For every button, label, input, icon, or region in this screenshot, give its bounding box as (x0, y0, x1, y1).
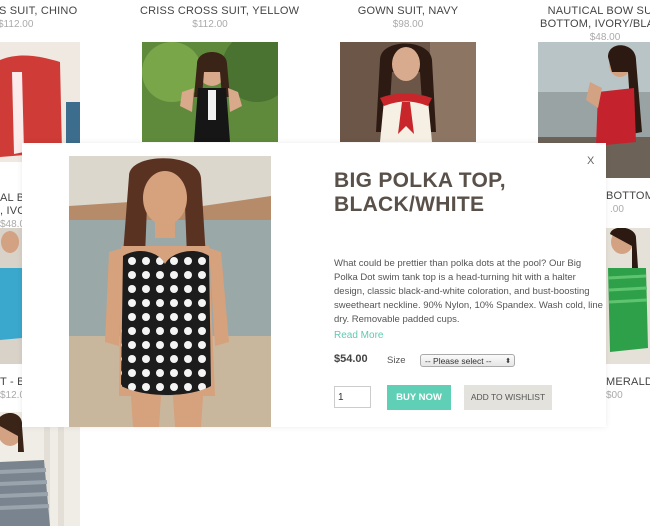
quantity-input[interactable] (334, 386, 371, 408)
product-image[interactable] (606, 228, 650, 364)
product-price: $112.00 (0, 19, 34, 30)
chevron-updown-icon: ⬍ (505, 358, 511, 365)
size-select[interactable]: -- Please select -- ⬍ (420, 354, 515, 367)
product-name[interactable]: CRISS CROSS SUIT, YELLOW (140, 5, 299, 18)
product-name[interactable]: BOTTOM, F (606, 190, 650, 203)
product-card[interactable]: GOWN SUIT, NAVY $98.00 (338, 5, 478, 31)
product-image[interactable] (142, 42, 278, 142)
add-to-wishlist-button[interactable]: ADD TO WISHLIST (464, 385, 552, 410)
product-hero-image (69, 156, 271, 427)
close-icon[interactable]: X (587, 155, 594, 167)
product-image[interactable] (0, 228, 22, 364)
product-card[interactable]: MERALD G $00 (606, 376, 650, 402)
product-card[interactable]: CRISS CROSS SUIT, YELLOW $112.00 (140, 5, 299, 31)
product-name[interactable]: GOWN SUIT, NAVY (338, 5, 478, 18)
product-description: What could be prettier than polka dots a… (334, 258, 603, 325)
buy-now-button[interactable]: BUY NOW (387, 385, 451, 410)
product-card[interactable]: OSS SUIT, CHINO $112.00 (0, 5, 80, 31)
product-name[interactable]: MERALD G (606, 376, 650, 389)
size-select-value: -- Please select -- (425, 356, 492, 366)
size-label: Size (387, 355, 406, 366)
product-name[interactable]: OSS SUIT, CHINO (0, 5, 80, 18)
product-name[interactable]: NAUTICAL BOW SUIT (535, 5, 650, 18)
product-price: .00 (610, 204, 624, 215)
quick-view-modal: X BIG POLKA TOP, BLACK/WHITE What could … (22, 143, 606, 427)
product-title: BIG POLKA TOP, BLACK/WHITE (334, 169, 506, 216)
product-price: $98.00 (392, 19, 424, 30)
product-price: $54.00 (334, 353, 368, 365)
read-more-link[interactable]: Read More (334, 330, 383, 341)
product-card[interactable]: NAUTICAL BOW SUIT BOTTOM, IVORY/BLACK $4… (535, 5, 650, 44)
product-price: $00 (606, 390, 623, 401)
product-image[interactable] (0, 412, 80, 526)
product-name-line2[interactable]: BOTTOM, IVORY/BLACK (535, 18, 650, 31)
product-image[interactable] (340, 42, 476, 142)
product-price: $112.00 (192, 19, 228, 30)
product-card[interactable]: BOTTOM, F .00 (606, 190, 650, 216)
